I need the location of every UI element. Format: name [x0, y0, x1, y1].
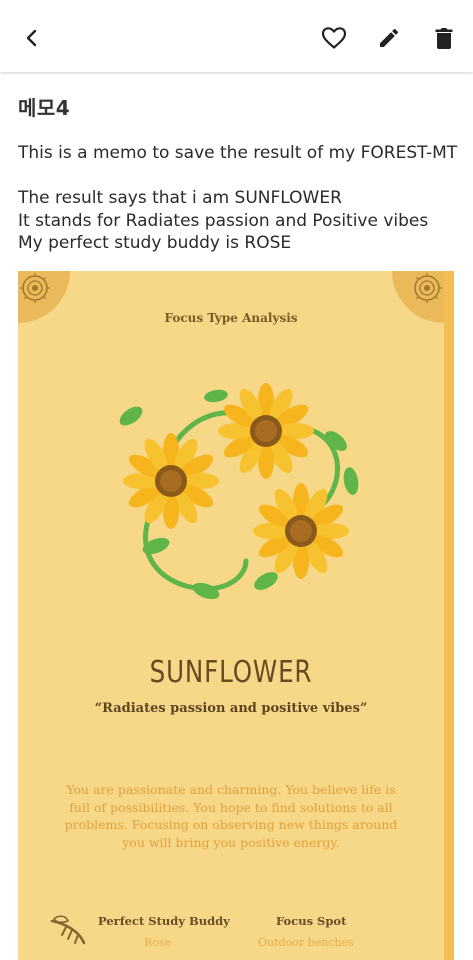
back-arrow-icon	[26, 29, 37, 47]
trash-icon	[435, 28, 453, 49]
study-buddy-label: Perfect Study Buddy	[98, 914, 230, 928]
card-subtitle: Focus Type Analysis	[164, 311, 298, 325]
memo-title: 메모4	[18, 96, 71, 120]
result-card-image: Focus Type Analysis SUNFLOWER “Radiates …	[18, 271, 454, 960]
focus-spot-label: Focus Spot	[276, 914, 347, 928]
pencil-icon	[380, 28, 399, 47]
memo-content[interactable]: 메모4 This is a memo to save the result of…	[0, 72, 473, 960]
card-tagline: “Radiates passion and positive vibes”	[94, 701, 368, 716]
sunflower-illustration	[119, 383, 359, 600]
top-app-bar	[0, 0, 473, 72]
card-type-name: SUNFLOWER	[149, 655, 313, 690]
back-button[interactable]	[14, 18, 50, 58]
favorite-button[interactable]	[316, 18, 352, 58]
memo-body-text: This is a memo to save the result of my …	[18, 143, 458, 254]
delete-button[interactable]	[426, 18, 462, 58]
card-edge-stripe	[444, 271, 454, 960]
heart-icon	[321, 27, 347, 49]
focus-spot-value: Outdoor benches	[258, 936, 354, 949]
card-description: You are passionate and charming. You bel…	[64, 782, 398, 850]
study-buddy-value: Rose	[144, 936, 172, 949]
edit-button[interactable]	[371, 18, 407, 58]
leaf-emblem-icon	[50, 915, 86, 945]
